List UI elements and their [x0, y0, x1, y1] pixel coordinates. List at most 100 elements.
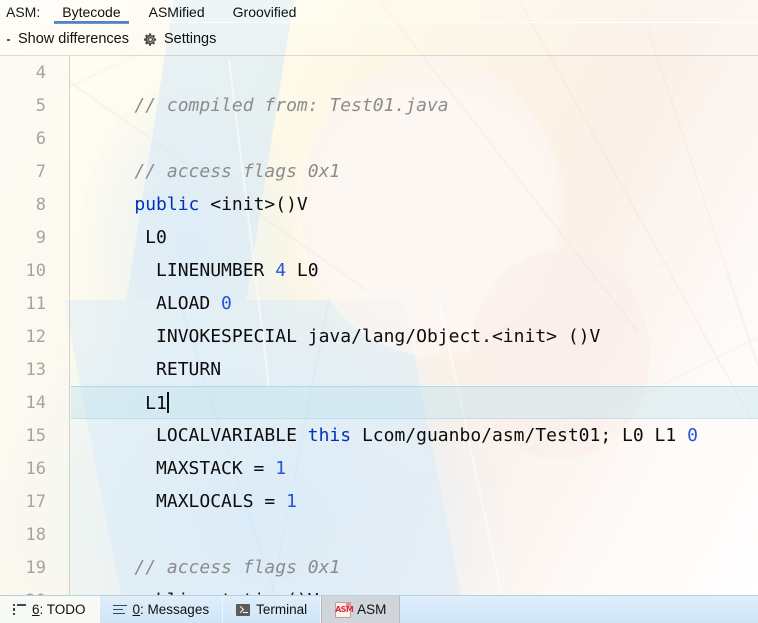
code-token: public	[134, 194, 200, 215]
asm-file-icon: ASM	[335, 601, 354, 618]
code-token: 0	[221, 293, 232, 314]
todo-mnemonic: 6	[32, 602, 40, 617]
line-text: ALOAD 0	[58, 293, 232, 314]
line-number: 11	[25, 293, 46, 314]
code-token: // compiled from: Test01.java	[134, 95, 449, 116]
code-token: INVOKESPECIAL java/lang/Object.<init> ()…	[91, 326, 601, 347]
code-token: MAXSTACK =	[91, 458, 276, 479]
tool-window-bar: 6: TODO 0: Messages Terminal ASM ASM	[0, 595, 758, 623]
tool-button-terminal[interactable]: Terminal	[223, 596, 322, 623]
line-text: LINENUMBER 4 L0	[58, 260, 319, 281]
code-line[interactable]: 16 MAXSTACK = 1	[0, 452, 758, 485]
line-number: 15	[25, 425, 46, 446]
settings-button[interactable]: Settings	[139, 29, 226, 49]
code-token: // access flags 0x1	[134, 557, 341, 578]
tab-bytecode[interactable]: Bytecode	[48, 0, 134, 24]
code-token: LOCALVARIABLE	[91, 425, 308, 446]
tool-button-asm[interactable]: ASM ASM	[321, 596, 401, 623]
line-text: MAXSTACK = 1	[58, 458, 286, 479]
code-line[interactable]: 18	[0, 518, 758, 551]
code-line[interactable]: 17 MAXLOCALS = 1	[0, 485, 758, 518]
code-token: LINENUMBER	[91, 260, 276, 281]
code-token: L1	[91, 392, 167, 414]
line-text: MAXLOCALS = 1	[58, 491, 297, 512]
line-text: LOCALVARIABLE this Lcom/guanbo/asm/Test0…	[58, 425, 698, 446]
line-number: 16	[25, 458, 46, 479]
asm-prefix-label: ASM:	[6, 4, 41, 20]
line-number: 4	[35, 62, 46, 83]
tab-bytecode-label: Bytecode	[62, 4, 121, 20]
code-line[interactable]: 7 // access flags 0x1	[0, 155, 758, 188]
line-number: 18	[25, 524, 46, 545]
code-token: // access flags 0x1	[134, 161, 341, 182]
caret-line-highlight	[71, 386, 758, 419]
line-number: 5	[35, 95, 46, 116]
code-line[interactable]: 20 public static ()V	[0, 584, 758, 595]
terminal-icon	[236, 603, 251, 616]
line-text: INVOKESPECIAL java/lang/Object.<init> ()…	[58, 326, 600, 347]
text-caret	[166, 391, 169, 413]
code-token: 1	[275, 458, 287, 479]
line-text: RETURN	[58, 359, 221, 380]
line-number: 17	[25, 491, 46, 512]
terminal-label: Terminal	[256, 602, 308, 617]
messages-mnemonic: 0	[132, 602, 141, 617]
line-number: 9	[35, 227, 46, 248]
line-number: 6	[35, 128, 46, 149]
code-line[interactable]: 4	[0, 56, 758, 89]
code-line[interactable]: 19 // access flags 0x1	[0, 551, 758, 584]
tool-button-todo[interactable]: 6: TODO	[0, 596, 100, 623]
line-text: // access flags 0x1	[58, 557, 340, 578]
code-token: RETURN	[91, 359, 222, 380]
code-token: MAXLOCALS =	[91, 491, 287, 512]
line-number: 19	[25, 557, 46, 578]
asm-icon-text: ASM	[335, 604, 354, 614]
code-token: 4	[275, 260, 287, 281]
code-line[interactable]: 15 LOCALVARIABLE this Lcom/guanbo/asm/Te…	[0, 419, 758, 452]
line-text: // compiled from: Test01.java	[58, 95, 449, 116]
tab-groovified[interactable]: Groovified	[219, 0, 311, 22]
line-number: 12	[25, 326, 46, 347]
code-token: 0	[687, 425, 698, 446]
tab-asmified[interactable]: ASMified	[135, 0, 219, 22]
line-text: // access flags 0x1	[58, 161, 340, 182]
code-token: this	[307, 425, 352, 446]
todo-label: : TODO	[39, 602, 86, 617]
code-token: 1	[286, 491, 297, 512]
code-line[interactable]: 10 LINENUMBER 4 L0	[0, 254, 758, 287]
line-text: L1	[58, 391, 169, 414]
code-line[interactable]: 13 RETURN	[0, 353, 758, 386]
messages-label: : Messages	[140, 602, 210, 617]
show-differences-button[interactable]: Show differences	[0, 29, 139, 49]
line-text: public <init>()V	[58, 194, 308, 215]
tab-groovified-label: Groovified	[232, 4, 297, 20]
tool-button-messages[interactable]: 0: Messages	[100, 596, 224, 623]
settings-label: Settings	[163, 31, 217, 47]
line-number: 13	[25, 359, 46, 380]
tab-asmified-label: ASMified	[148, 4, 205, 20]
messages-icon	[112, 604, 127, 615]
code-line[interactable]: 12 INVOKESPECIAL java/lang/Object.<init>…	[0, 320, 758, 353]
code-line[interactable]: 9 L0	[0, 221, 758, 254]
code-token: <init>()V	[199, 194, 308, 215]
bytecode-view-tabs: ASM: Bytecode ASMified Groovified	[0, 0, 758, 24]
code-line[interactable]: 5 // compiled from: Test01.java	[0, 89, 758, 122]
checkbox-icon	[5, 34, 12, 45]
code-line[interactable]: 8 public <init>()V	[0, 188, 758, 221]
code-line[interactable]: 14 L1	[0, 386, 758, 419]
line-number: 14	[25, 392, 46, 413]
line-number: 8	[35, 194, 46, 215]
code-token: ALOAD	[91, 293, 222, 314]
code-token: L0	[91, 227, 167, 248]
code-line[interactable]: 11 ALOAD 0	[0, 287, 758, 320]
gear-icon	[143, 32, 158, 47]
bytecode-editor[interactable]: 4 5 // compiled from: Test01.java 6 7 // ac…	[0, 56, 758, 595]
line-number: 7	[35, 161, 46, 182]
code-line[interactable]: 6	[0, 122, 758, 155]
todo-list-icon	[13, 603, 26, 616]
line-number: 10	[25, 260, 46, 281]
